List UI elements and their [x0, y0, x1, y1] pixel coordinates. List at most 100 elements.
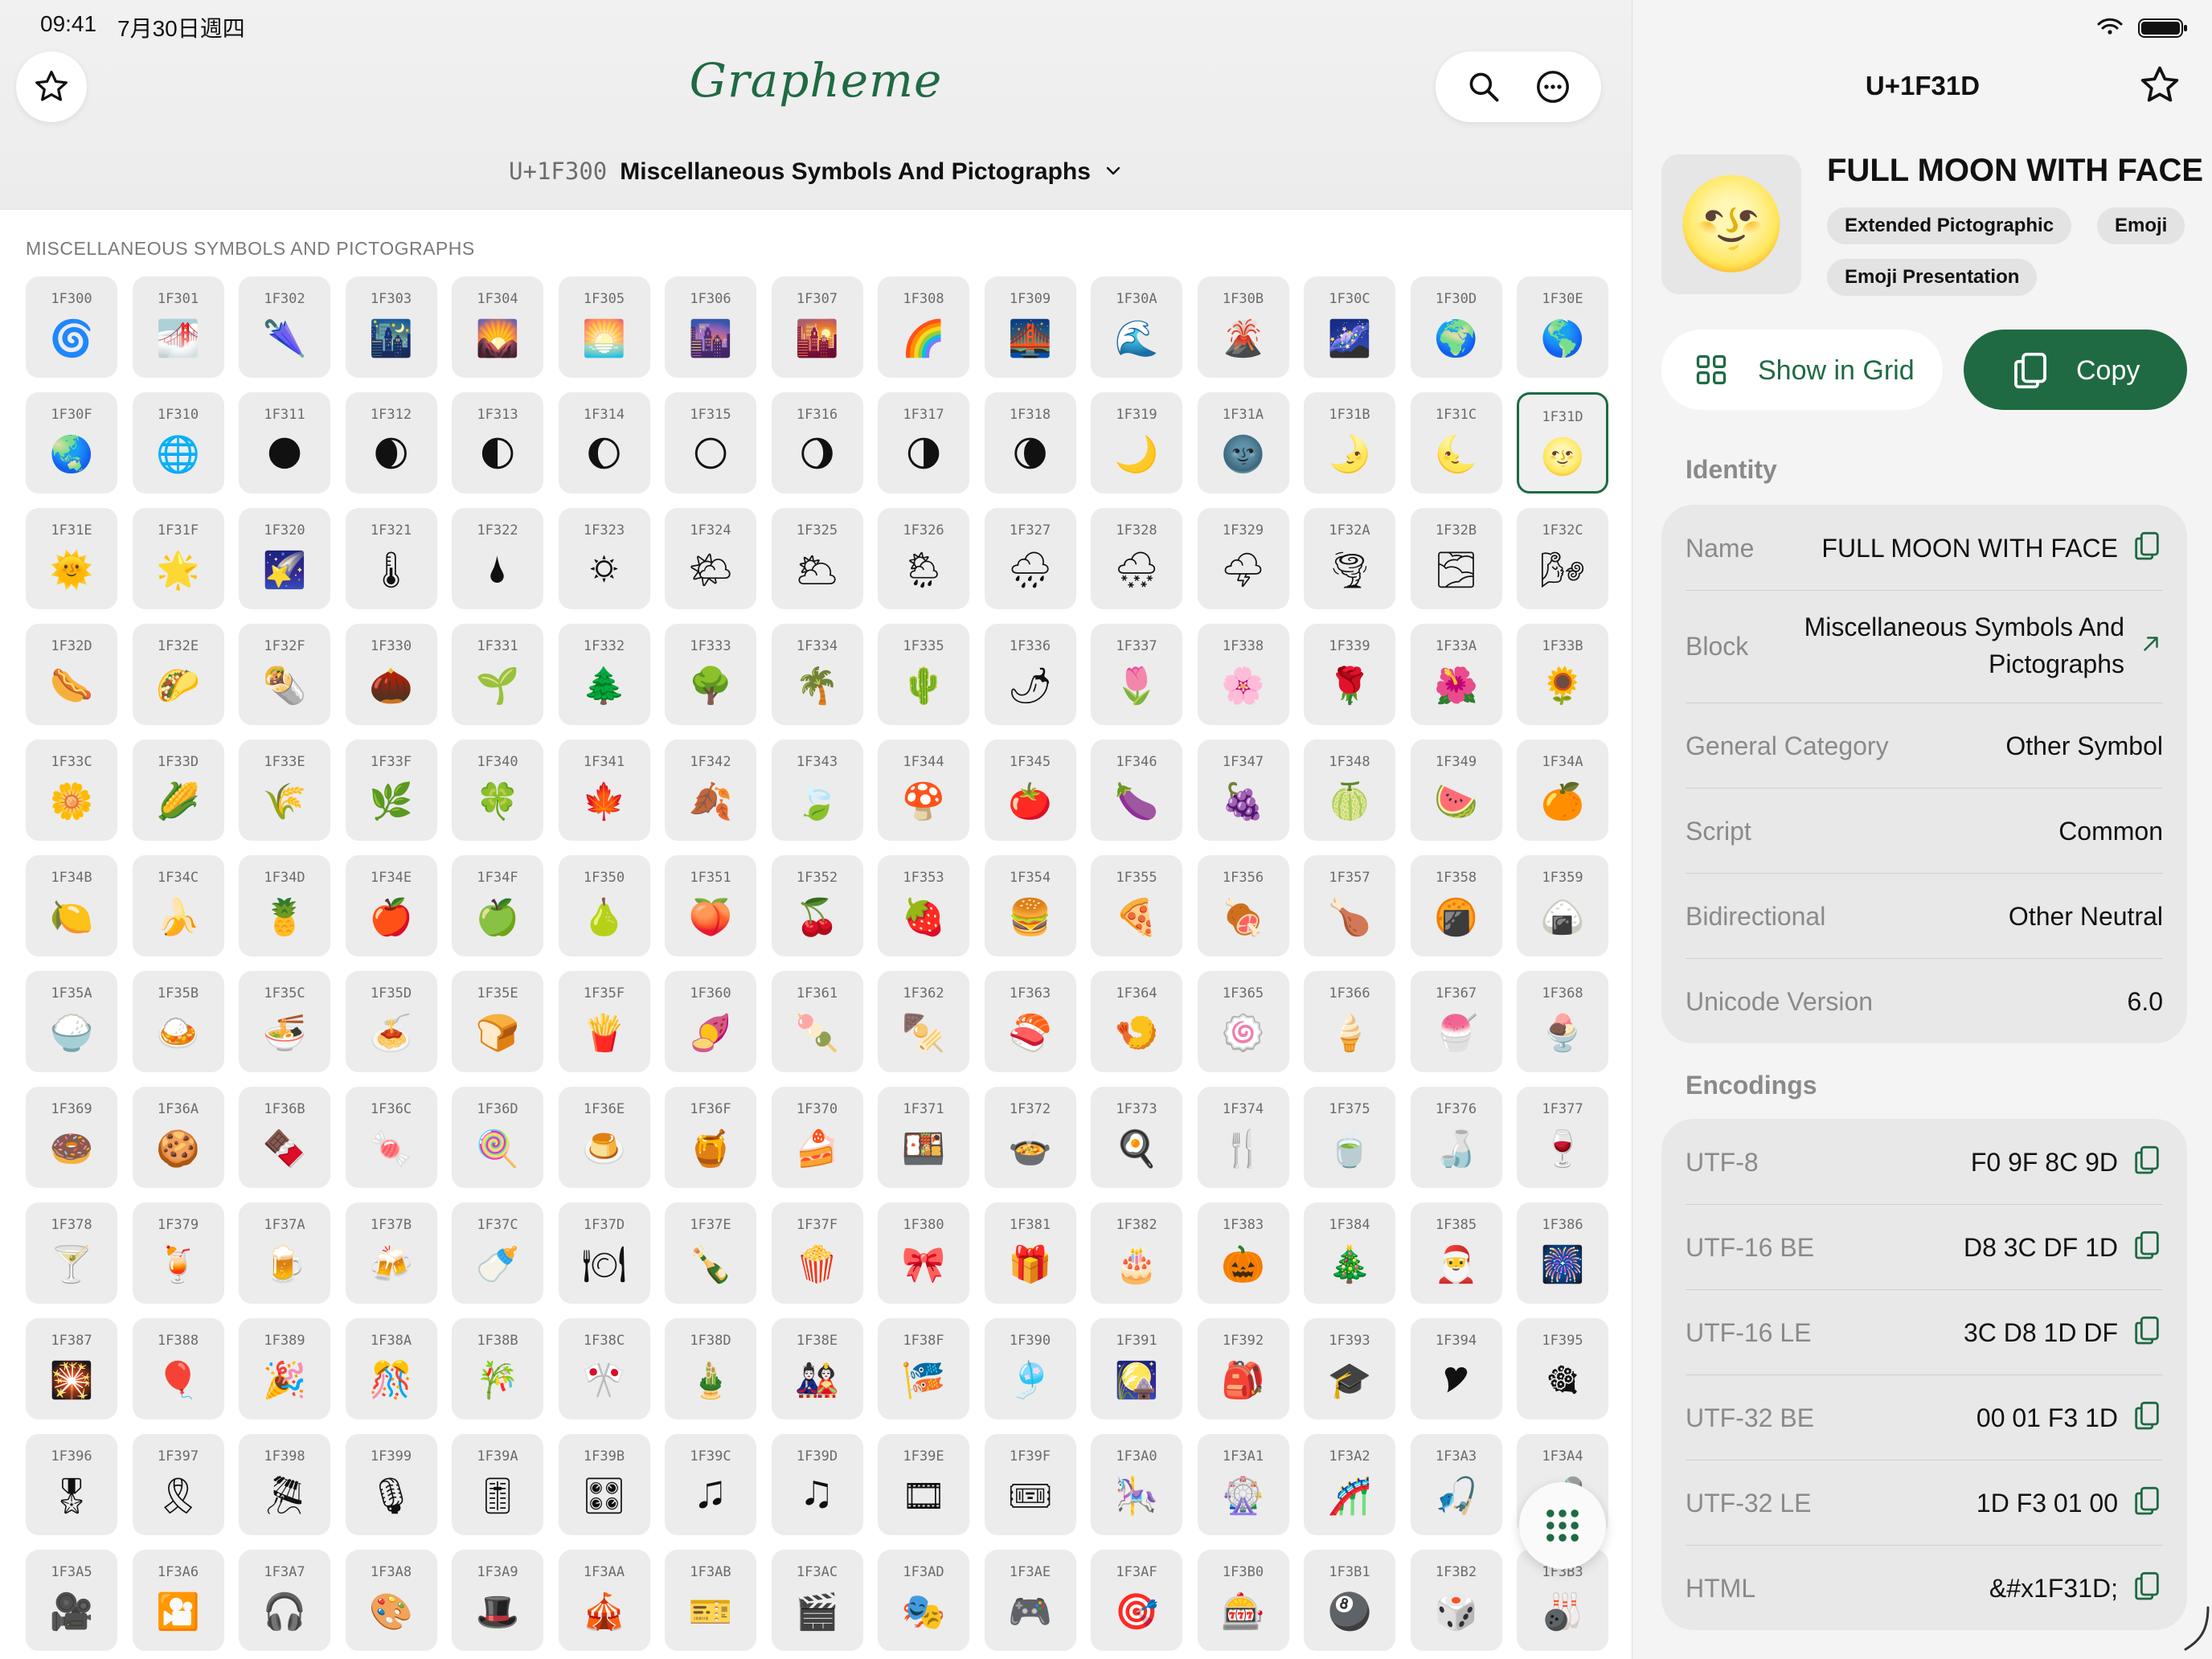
grid-cell[interactable]: 1F367 🍧	[1410, 971, 1502, 1072]
grid-cell[interactable]: 1F310 🌐	[132, 392, 224, 494]
grid-cell[interactable]: 1F337 🌷	[1091, 624, 1182, 725]
grid-cell[interactable]: 1F346 🍆	[1091, 739, 1182, 841]
grid-cell[interactable]: 1F36D 🍭	[452, 1087, 543, 1188]
grid-cell[interactable]: 1F331 🌱	[452, 624, 543, 725]
grid-cell[interactable]: 1F305 🌅	[558, 276, 650, 378]
grid-cell[interactable]: 1F338 🌸	[1197, 624, 1289, 725]
grid-cell[interactable]: 1F39F 🎟	[984, 1434, 1076, 1535]
grid-cell[interactable]: 1F34B 🍋	[26, 855, 117, 956]
grid-cell[interactable]: 1F35C 🍜	[239, 971, 330, 1072]
grid-cell[interactable]: 1F3AB 🎫	[665, 1550, 756, 1651]
grid-cell[interactable]: 1F30A 🌊	[1091, 276, 1182, 378]
grid-cell[interactable]: 1F360 🍠	[665, 971, 756, 1072]
grid-cell[interactable]: 1F313 🌓	[452, 392, 543, 494]
grid-cell[interactable]: 1F362 🍢	[878, 971, 969, 1072]
grid-cell[interactable]: 1F368 🍨	[1517, 971, 1608, 1072]
grid-cell[interactable]: 1F38A 🎊	[345, 1318, 437, 1419]
grid-cell[interactable]: 1F339 🌹	[1304, 624, 1395, 725]
tag-emoji-presentation[interactable]: Emoji Presentation	[1827, 259, 2038, 296]
grid-cell[interactable]: 1F377 🍷	[1517, 1087, 1608, 1188]
grid-cell[interactable]: 1F39C 🎜	[665, 1434, 756, 1535]
grid-cell[interactable]: 1F317 🌗	[878, 392, 969, 494]
grid-cell[interactable]: 1F30C 🌌	[1304, 276, 1395, 378]
copy-name-button[interactable]	[2131, 529, 2163, 568]
grid-cell[interactable]: 1F35D 🍝	[345, 971, 437, 1072]
grid-cell[interactable]: 1F316 🌖	[771, 392, 863, 494]
grid-cell[interactable]: 1F32C 🌬	[1517, 508, 1608, 609]
grid-cell[interactable]: 1F366 🍦	[1304, 971, 1395, 1072]
grid-cell[interactable]: 1F31E 🌞	[26, 508, 117, 609]
grid-cell[interactable]: 1F32D 🌭	[26, 624, 117, 725]
grid-cell[interactable]: 1F3A7 🎧	[239, 1550, 330, 1651]
grid-cell[interactable]: 1F375 🍵	[1304, 1087, 1395, 1188]
grid-cell[interactable]: 1F334 🌴	[771, 624, 863, 725]
grid-cell[interactable]: 1F33D 🌽	[132, 739, 224, 841]
grid-cell[interactable]: 1F33B 🌻	[1517, 624, 1608, 725]
grid-cell[interactable]: 1F364 🍤	[1091, 971, 1182, 1072]
grid-cell[interactable]: 1F383 🎃	[1197, 1202, 1289, 1304]
grid-cell[interactable]: 1F327 🌧	[984, 508, 1076, 609]
grid-cell[interactable]: 1F328 🌨	[1091, 508, 1182, 609]
copy-encoding-button[interactable]	[2131, 1569, 2163, 1608]
grid-cell[interactable]: 1F387 🎇	[26, 1318, 117, 1419]
grid-cell[interactable]: 1F329 🌩	[1197, 508, 1289, 609]
grid-cell[interactable]: 1F312 🌒	[345, 392, 437, 494]
grid-cell[interactable]: 1F378 🍸	[26, 1202, 117, 1304]
grid-cell[interactable]: 1F37A 🍺	[239, 1202, 330, 1304]
grid-cell[interactable]: 1F3B2 🎲	[1410, 1550, 1502, 1651]
grid-cell[interactable]: 1F394 🎔	[1410, 1318, 1502, 1419]
grid-cell[interactable]: 1F343 🍃	[771, 739, 863, 841]
grid-cell[interactable]: 1F32E 🌮	[132, 624, 224, 725]
grid-cell[interactable]: 1F348 🍈	[1304, 739, 1395, 841]
grid-cell[interactable]: 1F314 🌔	[558, 392, 650, 494]
grid-cell[interactable]: 1F34D 🍍	[239, 855, 330, 956]
grid-cell[interactable]: 1F350 🍐	[558, 855, 650, 956]
grid-cell[interactable]: 1F38B 🎋	[452, 1318, 543, 1419]
grid-cell[interactable]: 1F33E 🌾	[239, 739, 330, 841]
grid-cell[interactable]: 1F307 🌇	[771, 276, 863, 378]
grid-cell[interactable]: 1F3A9 🎩	[452, 1550, 543, 1651]
grid-cell[interactable]: 1F3AF 🎯	[1091, 1550, 1182, 1651]
grid-cell[interactable]: 1F353 🍓	[878, 855, 969, 956]
tag-emoji[interactable]: Emoji	[2097, 207, 2185, 244]
grid-cell[interactable]: 1F330 🌰	[345, 624, 437, 725]
grid-cell[interactable]: 1F320 🌠	[239, 508, 330, 609]
grid-cell[interactable]: 1F370 🍰	[771, 1087, 863, 1188]
grid-cell[interactable]: 1F393 🎓	[1304, 1318, 1395, 1419]
copy-encoding-button[interactable]	[2131, 1313, 2163, 1353]
grid-cell[interactable]: 1F349 🍉	[1410, 739, 1502, 841]
grid-cell[interactable]: 1F326 🌦	[878, 508, 969, 609]
grid-cell[interactable]: 1F392 🎒	[1197, 1318, 1289, 1419]
grid-cell[interactable]: 1F31A 🌚	[1197, 392, 1289, 494]
grid-cell[interactable]: 1F372 🍲	[984, 1087, 1076, 1188]
grid-cell[interactable]: 1F373 🍳	[1091, 1087, 1182, 1188]
grid-cell[interactable]: 1F321 🌡	[345, 508, 437, 609]
grid-cell[interactable]: 1F309 🌉	[984, 276, 1076, 378]
grid-cell[interactable]: 1F36F 🍯	[665, 1087, 756, 1188]
grid-cell[interactable]: 1F369 🍩	[26, 1087, 117, 1188]
grid-cell[interactable]: 1F333 🌳	[665, 624, 756, 725]
grid-cell[interactable]: 1F3A1 🎡	[1197, 1434, 1289, 1535]
more-button[interactable]	[1530, 64, 1575, 109]
grid-cell[interactable]: 1F342 🍂	[665, 739, 756, 841]
copy-button[interactable]: Copy	[1964, 330, 2187, 410]
grid-cell[interactable]: 1F359 🍙	[1517, 855, 1608, 956]
copy-encoding-button[interactable]	[2131, 1143, 2163, 1182]
grid-cell[interactable]: 1F32A 🌪	[1304, 508, 1395, 609]
grid-cell[interactable]: 1F36C 🍬	[345, 1087, 437, 1188]
grid-cell[interactable]: 1F325 🌥	[771, 508, 863, 609]
grid-cell[interactable]: 1F3A5 🎥	[26, 1550, 117, 1651]
grid-cell[interactable]: 1F35A 🍚	[26, 971, 117, 1072]
grid-cell[interactable]: 1F322 🌢	[452, 508, 543, 609]
grid-cell[interactable]: 1F33F 🌿	[345, 739, 437, 841]
grid-cell[interactable]: 1F30F 🌏	[26, 392, 117, 494]
grid-cell[interactable]: 1F396 🎖	[26, 1434, 117, 1535]
grid-cell[interactable]: 1F30D 🌍	[1410, 276, 1502, 378]
grid-cell[interactable]: 1F39A 🎚	[452, 1434, 543, 1535]
grid-cell[interactable]: 1F354 🍔	[984, 855, 1076, 956]
grid-cell[interactable]: 1F35B 🍛	[132, 971, 224, 1072]
grid-cell[interactable]: 1F37E 🍾	[665, 1202, 756, 1304]
grid-cell[interactable]: 1F32F 🌯	[239, 624, 330, 725]
grid-cell[interactable]: 1F32B 🌫	[1410, 508, 1502, 609]
grid-cell[interactable]: 1F34E 🍎	[345, 855, 437, 956]
